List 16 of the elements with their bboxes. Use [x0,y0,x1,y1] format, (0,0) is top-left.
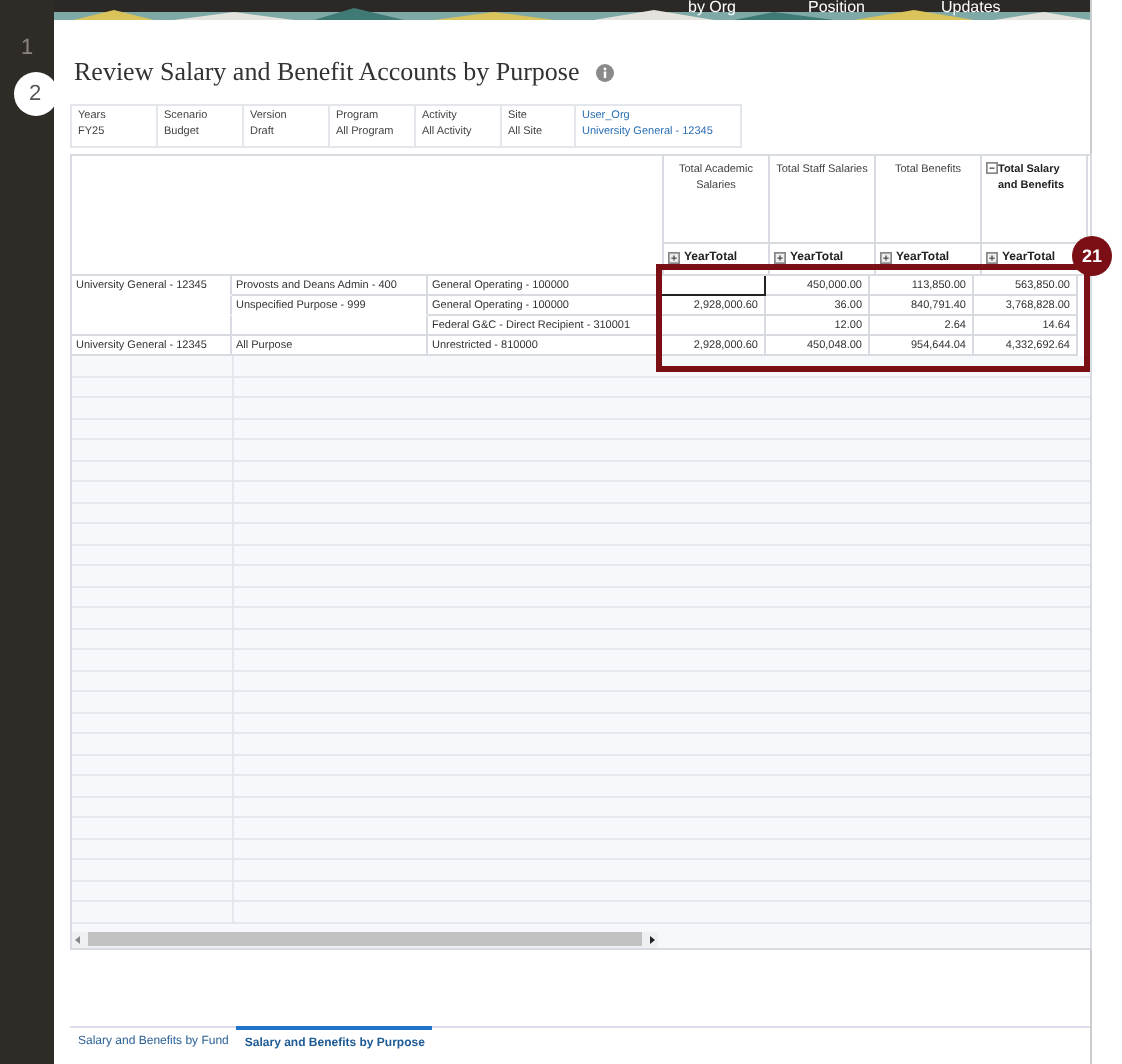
expand-icon[interactable] [668,252,680,264]
step-number[interactable]: 2 [13,72,57,116]
callout-badge: 21 [1072,236,1112,276]
info-icon[interactable] [595,63,614,81]
expand-icon[interactable] [880,252,892,264]
collapse-icon[interactable] [986,162,998,174]
scroll-right-icon[interactable] [646,933,658,945]
page-title: Review Salary and Benefit Accounts by Purpose [74,56,580,88]
horizontal-scrollbar[interactable] [72,931,658,947]
nav-link[interactable]: by Org [688,0,737,16]
expand-icon[interactable] [774,252,786,264]
expand-icon[interactable] [986,252,998,264]
nav-link[interactable]: Position [808,0,865,16]
scroll-left-icon[interactable] [72,933,84,945]
nav-link[interactable]: Updates [940,0,1001,16]
step-number[interactable]: 1 [20,32,34,64]
